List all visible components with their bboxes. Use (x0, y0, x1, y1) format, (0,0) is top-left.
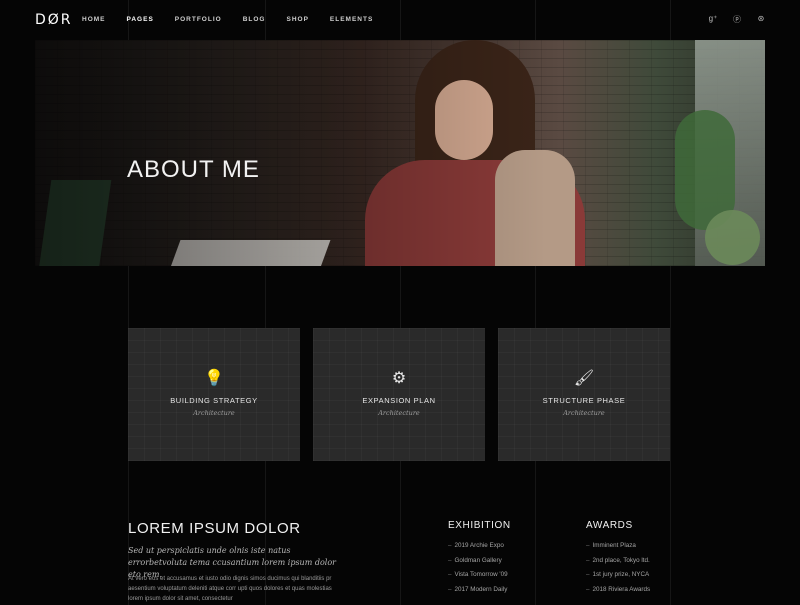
exhibition-list: EXHIBITION –2019 Archie Expo – Goldman Ga… (448, 520, 511, 597)
site-header: DØR HOME PAGES PORTFOLIO BLOG SHOP ELEME… (0, 0, 800, 40)
lightbulb-icon: 💡 (204, 370, 224, 387)
about-body: At vero eos et accusamus et iusto odio d… (128, 576, 332, 602)
card-subtitle: Architecture (193, 409, 235, 417)
service-card-building-strategy[interactable]: 💡 BUILDING STRATEGY Architecture (128, 328, 300, 461)
list-item-label: Goldman Gallery (454, 556, 502, 564)
nav-item-blog[interactable]: BLOG (243, 16, 266, 23)
card-title: BUILDING STRATEGY (170, 396, 258, 405)
list-item-label: Imminent Plaza (592, 542, 636, 549)
awards-list: AWARDS – Imminent Plaza –2nd place, Tokyo… (586, 520, 650, 597)
list-item-label: 1st jury prize, NYCA (592, 571, 650, 578)
list-item[interactable]: –2018 Riviera Awards (586, 583, 650, 598)
nav-item-shop[interactable]: SHOP (286, 16, 308, 23)
google-plus-icon[interactable]: g⁺ (708, 14, 718, 25)
list-item[interactable]: – Vista Tomorrow '09 (448, 568, 511, 583)
service-card-structure-phase[interactable]: 🖌 STRUCTURE PHASE Architecture (498, 328, 670, 461)
list-item[interactable]: – Imminent Plaza (586, 539, 650, 554)
list-item-label: 2019 Archie Expo (454, 542, 504, 549)
nav-item-pages[interactable]: PAGES (127, 16, 154, 23)
list-item[interactable]: –2nd place, Tokyo ltd. (586, 554, 650, 569)
main-nav: HOME PAGES PORTFOLIO BLOG SHOP ELEMENTS (82, 16, 394, 23)
pinterest-icon[interactable]: ⓟ (732, 14, 742, 25)
hero-shade (35, 40, 765, 266)
list-item-label: Vista Tomorrow '09 (454, 571, 508, 578)
hero-banner: ABOUT ME (35, 40, 765, 266)
nav-item-home[interactable]: HOME (82, 16, 106, 23)
dribbble-icon[interactable]: ⊛ (756, 14, 766, 25)
card-subtitle: Architecture (378, 409, 420, 417)
blueprint-texture (128, 328, 300, 461)
blueprint-texture (498, 328, 670, 461)
page-title: ABOUT ME (127, 156, 260, 184)
service-card-expansion-plan[interactable]: ⚙ EXPANSION PLAN Architecture (313, 328, 485, 461)
list-item-label: 2nd place, Tokyo ltd. (592, 556, 650, 564)
list-item[interactable]: –2019 Archie Expo (448, 539, 511, 554)
blueprint-texture (313, 328, 485, 461)
paint-roller-icon: 🖌 (573, 370, 595, 387)
list-item-label: 2017 Modern Daily (454, 585, 508, 593)
about-heading: LOREM IPSUM DOLOR (128, 520, 301, 537)
exhibition-heading: EXHIBITION (448, 520, 511, 531)
social-links: g⁺ ⓟ ⊛ (708, 14, 766, 25)
site-logo[interactable]: DØR (35, 12, 73, 28)
list-item[interactable]: –2017 Modern Daily (448, 583, 511, 598)
list-item-label: 2018 Riviera Awards (592, 585, 651, 593)
list-item[interactable]: – Goldman Gallery (448, 554, 511, 569)
awards-heading: AWARDS (586, 520, 633, 531)
list-item[interactable]: –1st jury prize, NYCA (586, 568, 650, 583)
card-title: STRUCTURE PHASE (542, 396, 626, 405)
nav-item-portfolio[interactable]: PORTFOLIO (175, 16, 222, 23)
card-title: EXPANSION PLAN (362, 396, 436, 405)
nav-item-elements[interactable]: ELEMENTS (330, 16, 373, 23)
card-subtitle: Architecture (563, 409, 605, 417)
gears-icon: ⚙ (391, 370, 407, 387)
